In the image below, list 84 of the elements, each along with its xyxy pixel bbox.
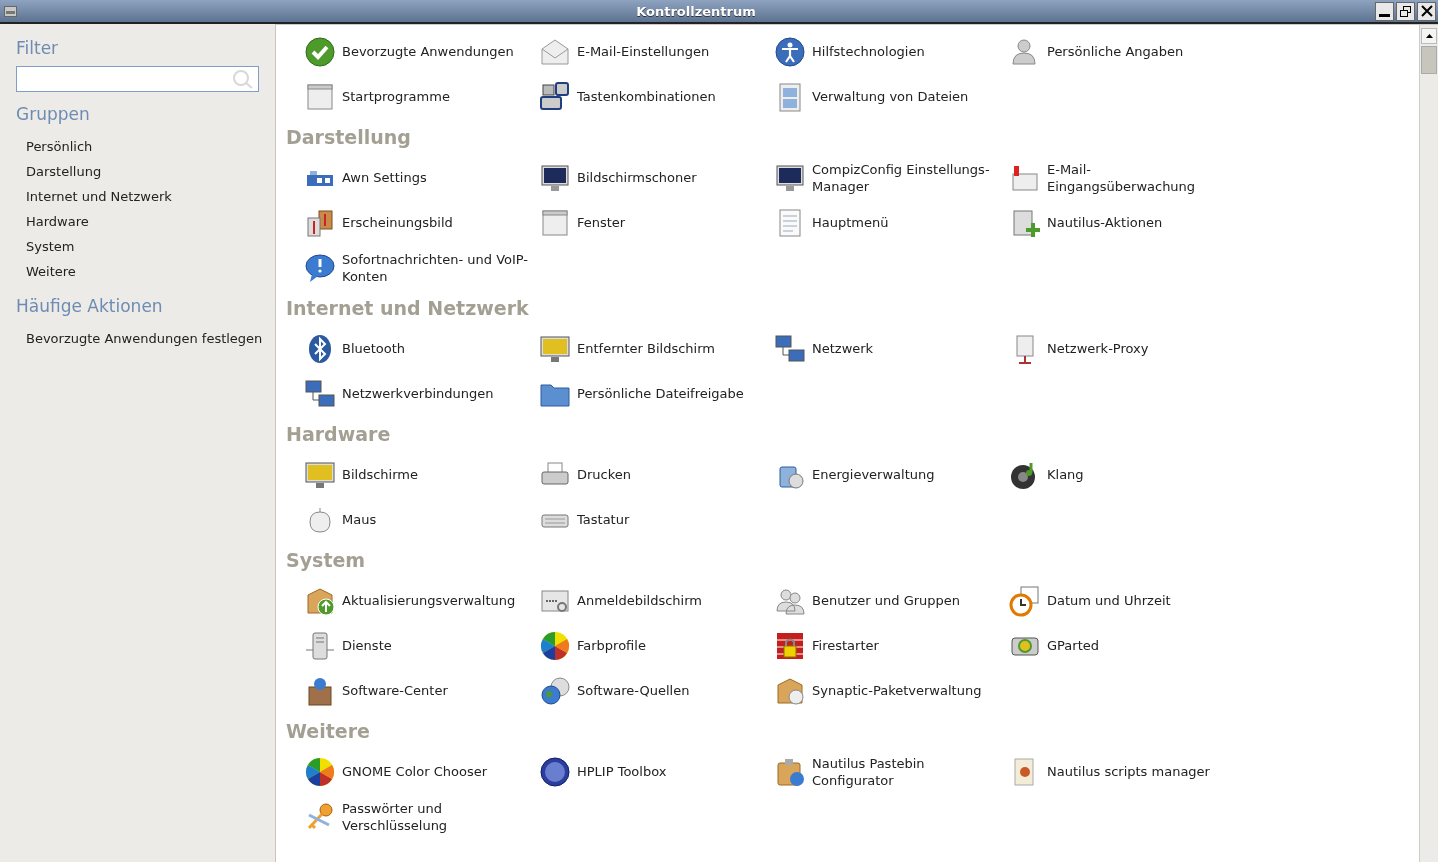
launcher-label[interactable]: CompizConfig Einstellungs-Manager xyxy=(812,160,1001,195)
key-caps-icon xyxy=(539,80,571,113)
launcher-label[interactable]: Erscheinungsbild xyxy=(342,214,453,231)
group-link[interactable]: System xyxy=(26,234,75,259)
restore-icon xyxy=(1400,5,1411,17)
group-link[interactable]: Persönlich xyxy=(26,134,93,159)
launcher-label[interactable]: Energieverwaltung xyxy=(812,466,935,483)
launcher-label[interactable]: Hauptmenü xyxy=(812,214,889,231)
check-icon xyxy=(304,35,336,68)
launcher-label[interactable]: Persönliche Angaben xyxy=(1047,43,1184,60)
group-link[interactable]: Hardware xyxy=(26,209,89,234)
actions-heading: Häufige Aktionen xyxy=(16,296,163,316)
launcher-label[interactable]: Nautilus-Aktionen xyxy=(1047,214,1163,231)
color-wheel-icon xyxy=(304,755,336,788)
launcher-label[interactable]: Drucken xyxy=(577,466,632,483)
scroll-thumb[interactable] xyxy=(1421,46,1437,74)
window-menu-icon[interactable] xyxy=(4,5,17,17)
launcher-label[interactable]: Bevorzugte Anwendungen xyxy=(342,43,514,60)
clock-icon xyxy=(1009,584,1041,617)
minimize-button[interactable] xyxy=(1375,1,1394,21)
launcher-label[interactable]: E-Mail-Einstellungen xyxy=(577,43,710,60)
minimize-icon xyxy=(1379,13,1390,17)
launcher-label[interactable]: Datum und Uhrzeit xyxy=(1047,592,1171,609)
section-heading: Weitere xyxy=(286,719,370,744)
launcher-label[interactable]: Passwörter und Verschlüsselung xyxy=(342,799,531,834)
launcher-label[interactable]: Awn Settings xyxy=(342,169,427,186)
launcher-label[interactable]: Nautilus scripts manager xyxy=(1047,763,1210,780)
launcher-label[interactable]: Maus xyxy=(342,511,377,528)
launcher-label[interactable]: Benutzer und Gruppen xyxy=(812,592,961,609)
globe-disc-icon xyxy=(539,674,571,707)
launcher-label[interactable]: Aktualisierungsverwaltung xyxy=(342,592,516,609)
group-link[interactable]: Internet und Netzwerk xyxy=(26,184,172,209)
section-heading: Hardware xyxy=(286,422,391,447)
launcher-label[interactable]: Bildschirmschoner xyxy=(577,169,697,186)
launcher-label[interactable]: Entfernter Bildschirm xyxy=(577,340,715,357)
groups-heading: Gruppen xyxy=(16,104,90,124)
filter-heading: Filter xyxy=(16,38,59,58)
accessibility-icon xyxy=(774,35,806,68)
launcher-label[interactable]: Nautilus Pastebin Configurator xyxy=(812,754,1001,789)
launcher-label[interactable]: Software-Quellen xyxy=(577,682,690,699)
action-link[interactable]: Bevorzugte Anwendungen festlegen xyxy=(26,326,263,351)
launcher-label[interactable]: Dienste xyxy=(342,637,392,654)
restore-button[interactable] xyxy=(1396,1,1415,21)
scrollbar[interactable] xyxy=(1419,25,1438,862)
close-button[interactable] xyxy=(1417,1,1436,21)
window-title: Kontrollzentrum xyxy=(635,3,757,19)
section-heading: Internet und Netzwerk xyxy=(286,296,529,321)
launcher-label[interactable]: Software-Center xyxy=(342,682,448,699)
search-icon xyxy=(232,69,254,89)
network-icon xyxy=(304,377,336,410)
launcher-label[interactable]: Klang xyxy=(1047,466,1084,483)
launcher-label[interactable]: Startprogramme xyxy=(342,88,450,105)
launcher-label[interactable]: Farbprofile xyxy=(577,637,646,654)
launcher-label[interactable]: Synaptic-Paketverwaltung xyxy=(812,682,982,699)
launcher-label[interactable]: Verwaltung von Dateien xyxy=(812,88,969,105)
launcher-label[interactable]: Netzwerk-Proxy xyxy=(1047,340,1149,357)
section-heading: System xyxy=(286,548,366,573)
launcher-label[interactable]: Anmeldebildschirm xyxy=(577,592,702,609)
launcher-label[interactable]: Netzwerk xyxy=(812,340,874,357)
group-link[interactable]: Weitere xyxy=(26,259,76,284)
launcher-label[interactable]: Bildschirme xyxy=(342,466,418,483)
server-icon xyxy=(304,629,336,662)
search-field[interactable] xyxy=(16,66,259,92)
launcher-label[interactable]: Tastatur xyxy=(577,511,630,528)
color-wheel-icon xyxy=(539,629,571,662)
close-icon xyxy=(1420,5,1433,17)
speech-bubble-icon xyxy=(304,251,336,284)
scroll-up-button[interactable] xyxy=(1421,28,1437,44)
launcher-label[interactable]: Tastenkombinationen xyxy=(577,88,716,105)
launcher-label[interactable]: Firestarter xyxy=(812,637,879,654)
launcher-label[interactable]: Sofortnachrichten- und VoIP-Konten xyxy=(342,250,531,285)
section-heading: Darstellung xyxy=(286,125,411,150)
launcher-label[interactable]: E-Mail-Eingangsüberwachung xyxy=(1047,160,1236,195)
caret-up-icon xyxy=(1425,34,1433,38)
launcher-label[interactable]: Persönliche Dateifreigabe xyxy=(577,385,744,402)
launcher-label[interactable]: Netzwerkverbindungen xyxy=(342,385,494,402)
network-icon xyxy=(774,332,806,365)
launcher-label[interactable]: Hilfstechnologien xyxy=(812,43,925,60)
launcher-label[interactable]: GParted xyxy=(1047,637,1099,654)
launcher-label[interactable]: Bluetooth xyxy=(342,340,406,357)
launcher-label[interactable]: HPLIP Toolbox xyxy=(577,763,667,780)
launcher-label[interactable]: GNOME Color Chooser xyxy=(342,763,487,780)
launcher-label[interactable]: Fenster xyxy=(577,214,626,231)
group-link[interactable]: Darstellung xyxy=(26,159,102,184)
